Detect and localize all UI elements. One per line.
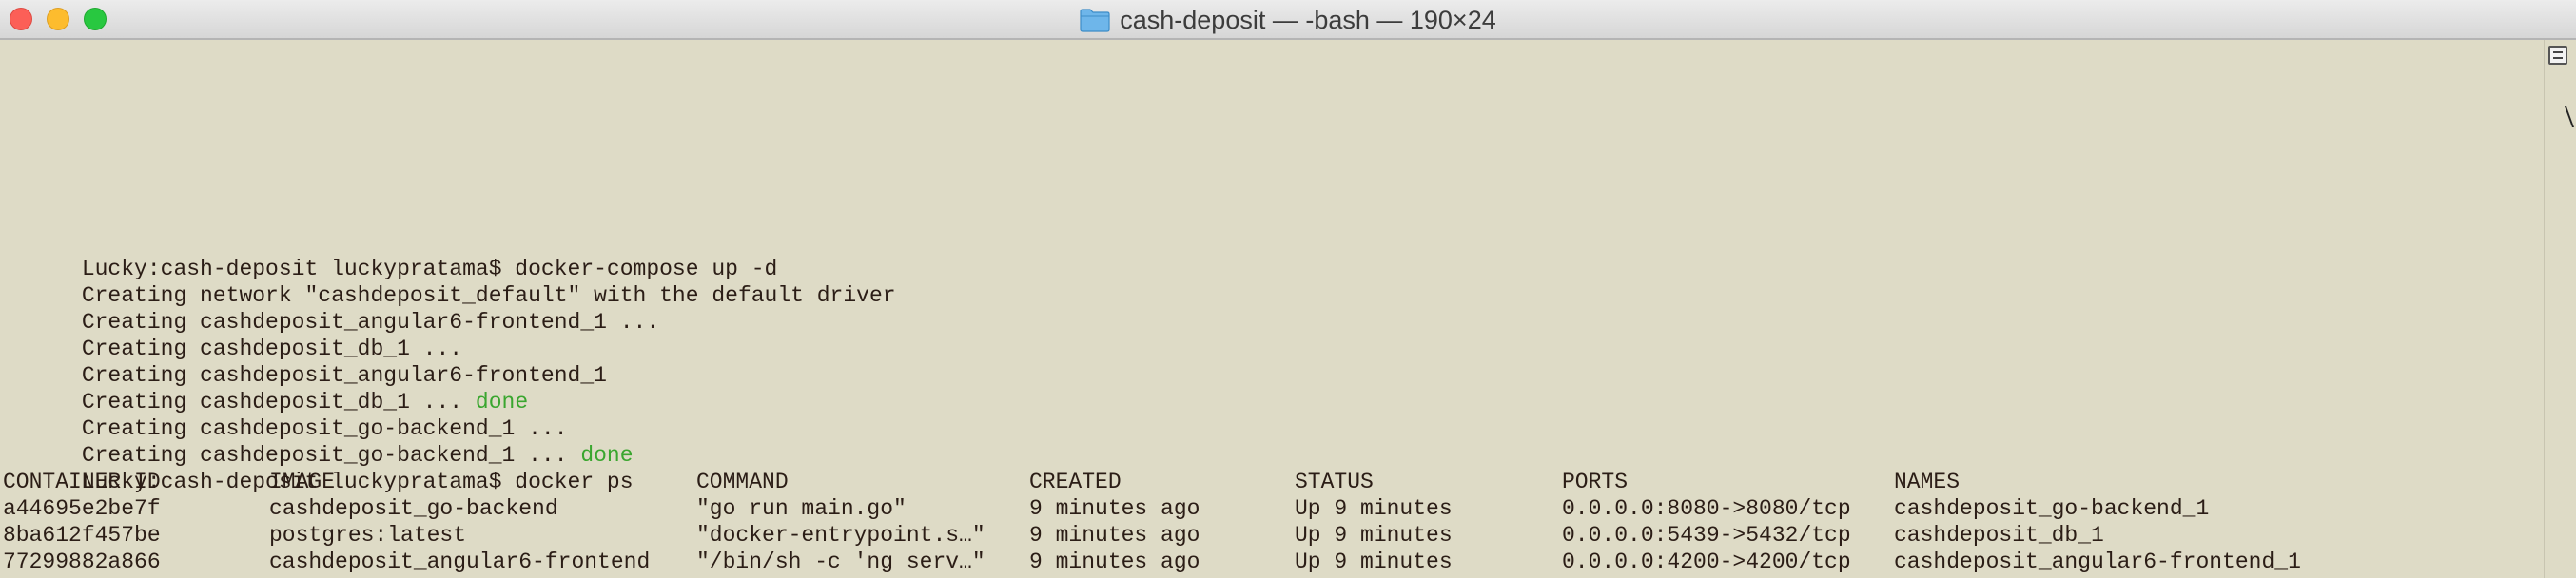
- terminal-line: Creating cashdeposit_angular6-frontend_1: [81, 363, 607, 388]
- table-cell: 9 minutes ago: [1029, 549, 1200, 574]
- table-cell: "/bin/sh -c 'ng serv…": [696, 549, 986, 574]
- terminal-output[interactable]: Lucky:cash-deposit luckypratama$ docker-…: [3, 40, 2552, 578]
- window-title: cash-deposit — -bash — 190×24: [0, 0, 2576, 40]
- table-cell: a44695e2be7f: [3, 496, 161, 521]
- table-cell: 0.0.0.0:8080->8080/tcp: [1562, 496, 1851, 521]
- table-cell: cashdeposit_go-backend_1: [1894, 496, 2210, 521]
- table-cell: postgres:latest: [269, 523, 467, 548]
- terminal-line: Lucky:cash-deposit luckypratama$ docker …: [81, 470, 634, 494]
- vertical-scrollbar[interactable]: [2544, 40, 2572, 578]
- table-cell: "go run main.go": [696, 496, 907, 521]
- column-header: STATUS: [1295, 470, 1374, 494]
- column-header: NAMES: [1894, 470, 1961, 494]
- table-cell: 77299882a866: [3, 549, 161, 574]
- window-title-text: cash-deposit — -bash — 190×24: [1120, 5, 1496, 34]
- column-header: CONTAINER ID: [3, 470, 161, 494]
- terminal-line: Lucky:cash-deposit luckypratama$ docker-…: [81, 257, 778, 281]
- terminal-line: Creating cashdeposit_angular6-frontend_1…: [81, 310, 660, 335]
- table-cell: 8ba612f457be: [3, 523, 161, 548]
- table-cell: Up 9 minutes: [1295, 523, 1453, 548]
- table-cell: 0.0.0.0:4200->4200/tcp: [1562, 549, 1851, 574]
- table-cell: 9 minutes ago: [1029, 523, 1200, 548]
- terminal-line: Creating network "cashdeposit_default" w…: [81, 283, 896, 308]
- table-cell: Up 9 minutes: [1295, 496, 1453, 521]
- column-header: CREATED: [1029, 470, 1122, 494]
- table-cell: cashdeposit_db_1: [1894, 523, 2104, 548]
- terminal-line: Creating cashdeposit_db_1 ... done: [81, 390, 529, 414]
- table-cell: cashdeposit_angular6-frontend_1: [1894, 549, 2301, 574]
- scroll-marks-icon[interactable]: [2548, 46, 2567, 65]
- terminal-line: Creating cashdeposit_go-backend_1 ...: [81, 416, 568, 441]
- column-header: COMMAND: [696, 470, 789, 494]
- title-bar[interactable]: cash-deposit — -bash — 190×24: [0, 0, 2576, 40]
- column-header: PORTS: [1562, 470, 1629, 494]
- column-header: IMAGE: [269, 470, 336, 494]
- table-cell: Up 9 minutes: [1295, 549, 1453, 574]
- terminal-window: cash-deposit — -bash — 190×24 Lucky:cash…: [0, 0, 2576, 578]
- table-cell: "docker-entrypoint.s…": [696, 523, 986, 548]
- terminal-line: Creating cashdeposit_go-backend_1 ... do…: [81, 443, 634, 468]
- table-cell: 9 minutes ago: [1029, 496, 1200, 521]
- table-cell: cashdeposit_angular6-frontend: [269, 549, 651, 574]
- folder-icon: [1080, 9, 1110, 32]
- terminal-line: Creating cashdeposit_db_1 ...: [81, 337, 463, 361]
- table-cell: 0.0.0.0:5439->5432/tcp: [1562, 523, 1851, 548]
- table-cell: cashdeposit_go-backend: [269, 496, 558, 521]
